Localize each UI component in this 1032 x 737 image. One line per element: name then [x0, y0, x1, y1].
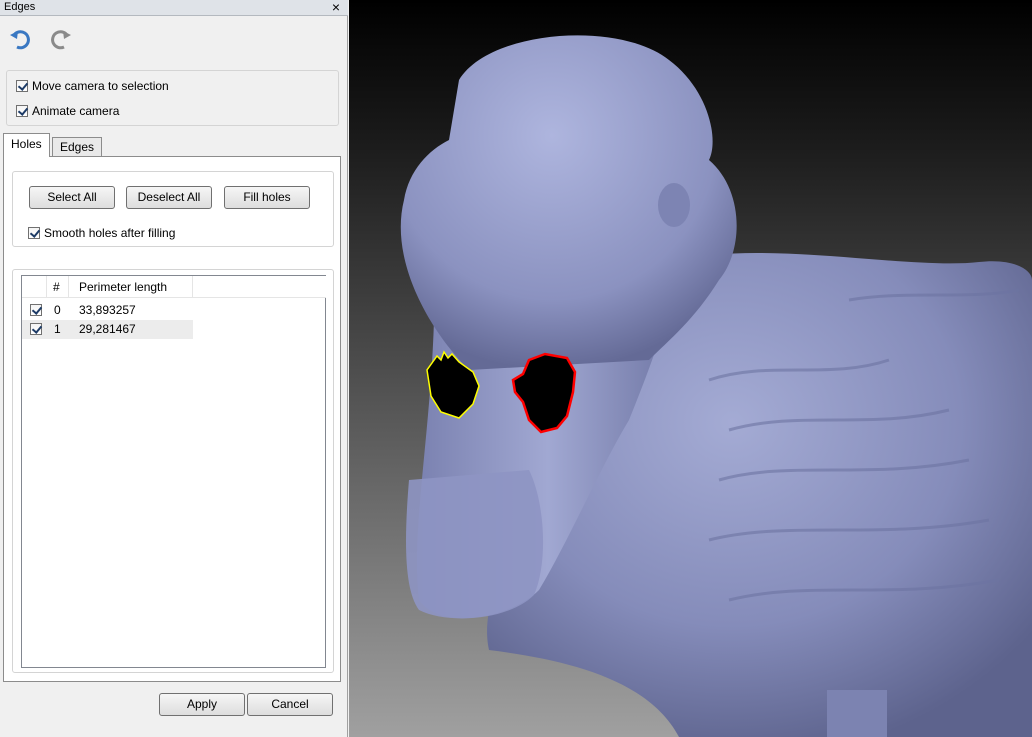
- smooth-holes-checkbox[interactable]: Smooth holes after filling: [28, 226, 175, 240]
- checkbox-icon[interactable]: [16, 80, 28, 92]
- holes-list-group: # Perimeter length 0 33,893257 1 29,2814…: [12, 269, 334, 673]
- holes-tab-content: Select All Deselect All Fill holes Smoot…: [3, 156, 341, 682]
- column-header-perimeter[interactable]: Perimeter length: [69, 276, 193, 298]
- panel-title: Edges: [4, 1, 36, 13]
- cancel-button[interactable]: Cancel: [247, 693, 333, 716]
- animate-camera-checkbox[interactable]: Animate camera: [16, 104, 119, 118]
- 3d-viewport[interactable]: [349, 0, 1032, 737]
- apply-button[interactable]: Apply: [159, 693, 245, 716]
- tab-holes[interactable]: Holes: [3, 133, 50, 157]
- table-row[interactable]: 0 33,893257: [22, 301, 327, 320]
- row-index: 1: [54, 322, 61, 336]
- undo-icon[interactable]: [8, 26, 34, 52]
- edges-panel: Edges × Move camera to selection Animate…: [0, 0, 348, 737]
- duck-mesh-render: [400, 35, 1032, 737]
- deselect-all-button[interactable]: Deselect All: [126, 186, 212, 209]
- panel-titlebar: Edges ×: [0, 0, 348, 16]
- move-camera-label: Move camera to selection: [32, 79, 169, 93]
- row-perimeter: 29,281467: [79, 322, 136, 336]
- fill-holes-button[interactable]: Fill holes: [224, 186, 310, 209]
- row-checkbox[interactable]: [30, 304, 42, 316]
- move-camera-checkbox[interactable]: Move camera to selection: [16, 79, 169, 93]
- row-index: 0: [54, 303, 61, 317]
- column-header-check[interactable]: [22, 276, 47, 298]
- checkbox-icon[interactable]: [16, 105, 28, 117]
- select-all-button[interactable]: Select All: [29, 186, 115, 209]
- tab-edges[interactable]: Edges: [52, 137, 103, 157]
- column-header-filler: [193, 276, 326, 298]
- smooth-holes-label: Smooth holes after filling: [44, 226, 176, 240]
- holes-table[interactable]: # Perimeter length 0 33,893257 1 29,2814…: [21, 275, 326, 668]
- row-perimeter: 33,893257: [79, 303, 136, 317]
- redo-icon[interactable]: [47, 26, 73, 52]
- camera-options-group: Move camera to selection Animate camera: [6, 70, 339, 126]
- row-checkbox[interactable]: [30, 323, 42, 335]
- column-header-index[interactable]: #: [47, 276, 69, 298]
- fill-actions-group: Select All Deselect All Fill holes Smoot…: [12, 171, 334, 247]
- checkbox-icon[interactable]: [28, 227, 40, 239]
- table-row[interactable]: 1 29,281467: [22, 320, 327, 339]
- animate-camera-label: Animate camera: [32, 104, 120, 118]
- close-icon[interactable]: ×: [332, 0, 340, 15]
